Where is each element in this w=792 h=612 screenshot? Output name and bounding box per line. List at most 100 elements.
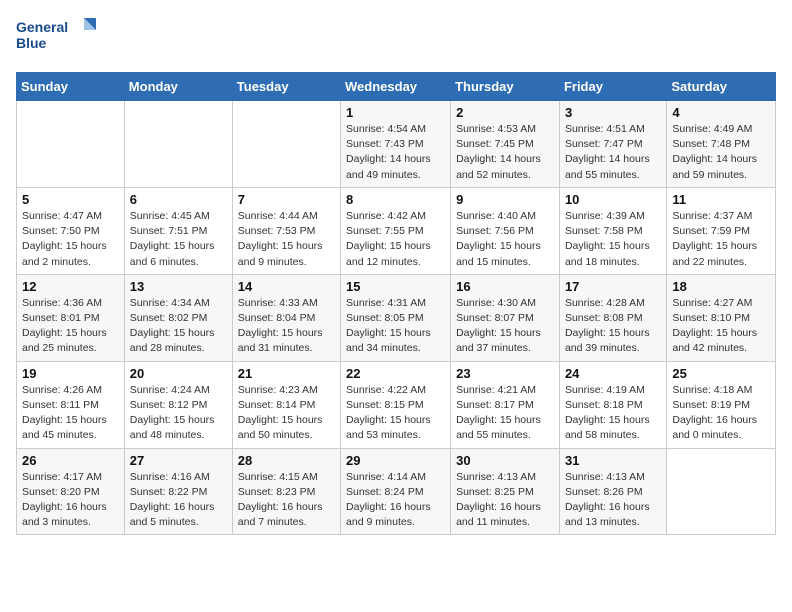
day-number: 10 bbox=[565, 192, 661, 207]
day-cell: 1 Sunrise: 4:54 AM Sunset: 7:43 PM Daylig… bbox=[341, 101, 451, 188]
day-number: 29 bbox=[346, 453, 445, 468]
day-cell bbox=[232, 101, 340, 188]
day-info: Sunrise: 4:36 AM Sunset: 8:01 PM Dayligh… bbox=[22, 296, 119, 357]
day-info: Sunrise: 4:47 AM Sunset: 7:50 PM Dayligh… bbox=[22, 209, 119, 270]
svg-text:General: General bbox=[16, 19, 68, 35]
svg-text:Blue: Blue bbox=[16, 35, 47, 51]
day-number: 31 bbox=[565, 453, 661, 468]
day-number: 24 bbox=[565, 366, 661, 381]
day-cell: 8 Sunrise: 4:42 AM Sunset: 7:55 PM Daylig… bbox=[341, 187, 451, 274]
day-info: Sunrise: 4:15 AM Sunset: 8:23 PM Dayligh… bbox=[238, 470, 335, 531]
day-cell: 18 Sunrise: 4:27 AM Sunset: 8:10 PM Dayli… bbox=[667, 274, 776, 361]
day-info: Sunrise: 4:27 AM Sunset: 8:10 PM Dayligh… bbox=[672, 296, 770, 357]
day-info: Sunrise: 4:24 AM Sunset: 8:12 PM Dayligh… bbox=[130, 383, 227, 444]
day-number: 5 bbox=[22, 192, 119, 207]
day-number: 25 bbox=[672, 366, 770, 381]
day-number: 23 bbox=[456, 366, 554, 381]
day-number: 11 bbox=[672, 192, 770, 207]
day-cell: 30 Sunrise: 4:13 AM Sunset: 8:25 PM Dayli… bbox=[451, 448, 560, 535]
day-cell: 7 Sunrise: 4:44 AM Sunset: 7:53 PM Daylig… bbox=[232, 187, 340, 274]
day-number: 3 bbox=[565, 105, 661, 120]
week-row-1: 1 Sunrise: 4:54 AM Sunset: 7:43 PM Daylig… bbox=[17, 101, 776, 188]
day-info: Sunrise: 4:54 AM Sunset: 7:43 PM Dayligh… bbox=[346, 122, 445, 183]
day-number: 28 bbox=[238, 453, 335, 468]
day-number: 19 bbox=[22, 366, 119, 381]
day-cell bbox=[124, 101, 232, 188]
day-info: Sunrise: 4:28 AM Sunset: 8:08 PM Dayligh… bbox=[565, 296, 661, 357]
day-number: 18 bbox=[672, 279, 770, 294]
logo-svg: General Blue bbox=[16, 16, 96, 60]
day-number: 12 bbox=[22, 279, 119, 294]
column-header-tuesday: Tuesday bbox=[232, 73, 340, 101]
day-info: Sunrise: 4:49 AM Sunset: 7:48 PM Dayligh… bbox=[672, 122, 770, 183]
day-info: Sunrise: 4:44 AM Sunset: 7:53 PM Dayligh… bbox=[238, 209, 335, 270]
day-cell: 12 Sunrise: 4:36 AM Sunset: 8:01 PM Dayli… bbox=[17, 274, 125, 361]
logo: General Blue bbox=[16, 16, 96, 60]
day-number: 9 bbox=[456, 192, 554, 207]
day-info: Sunrise: 4:18 AM Sunset: 8:19 PM Dayligh… bbox=[672, 383, 770, 444]
day-cell: 15Sunrise: 4:31 AM Sunset: 8:05 PM Dayli… bbox=[341, 274, 451, 361]
day-number: 2 bbox=[456, 105, 554, 120]
day-number: 15 bbox=[346, 279, 445, 294]
day-info: Sunrise: 4:39 AM Sunset: 7:58 PM Dayligh… bbox=[565, 209, 661, 270]
day-cell: 5 Sunrise: 4:47 AM Sunset: 7:50 PM Daylig… bbox=[17, 187, 125, 274]
day-cell: 26Sunrise: 4:17 AM Sunset: 8:20 PM Dayli… bbox=[17, 448, 125, 535]
day-info: Sunrise: 4:42 AM Sunset: 7:55 PM Dayligh… bbox=[346, 209, 445, 270]
day-number: 16 bbox=[456, 279, 554, 294]
day-cell: 16 Sunrise: 4:30 AM Sunset: 8:07 PM Dayli… bbox=[451, 274, 560, 361]
day-cell: 9 Sunrise: 4:40 AM Sunset: 7:56 PM Daylig… bbox=[451, 187, 560, 274]
day-number: 6 bbox=[130, 192, 227, 207]
week-row-3: 12 Sunrise: 4:36 AM Sunset: 8:01 PM Dayli… bbox=[17, 274, 776, 361]
day-number: 30 bbox=[456, 453, 554, 468]
day-info: Sunrise: 4:13 AM Sunset: 8:26 PM Dayligh… bbox=[565, 470, 661, 531]
day-number: 8 bbox=[346, 192, 445, 207]
day-cell: 14Sunrise: 4:33 AM Sunset: 8:04 PM Dayli… bbox=[232, 274, 340, 361]
column-header-friday: Friday bbox=[559, 73, 666, 101]
day-cell: 25 Sunrise: 4:18 AM Sunset: 8:19 PM Dayli… bbox=[667, 361, 776, 448]
day-cell: 23 Sunrise: 4:21 AM Sunset: 8:17 PM Dayli… bbox=[451, 361, 560, 448]
day-cell: 10 Sunrise: 4:39 AM Sunset: 7:58 PM Dayli… bbox=[559, 187, 666, 274]
day-cell: 24 Sunrise: 4:19 AM Sunset: 8:18 PM Dayli… bbox=[559, 361, 666, 448]
day-info: Sunrise: 4:23 AM Sunset: 8:14 PM Dayligh… bbox=[238, 383, 335, 444]
day-cell: 2 Sunrise: 4:53 AM Sunset: 7:45 PM Daylig… bbox=[451, 101, 560, 188]
column-header-thursday: Thursday bbox=[451, 73, 560, 101]
day-info: Sunrise: 4:14 AM Sunset: 8:24 PM Dayligh… bbox=[346, 470, 445, 531]
day-cell: 31 Sunrise: 4:13 AM Sunset: 8:26 PM Dayli… bbox=[559, 448, 666, 535]
week-row-2: 5 Sunrise: 4:47 AM Sunset: 7:50 PM Daylig… bbox=[17, 187, 776, 274]
day-number: 22 bbox=[346, 366, 445, 381]
page-header: General Blue bbox=[16, 16, 776, 60]
day-info: Sunrise: 4:33 AM Sunset: 8:04 PM Dayligh… bbox=[238, 296, 335, 357]
column-header-wednesday: Wednesday bbox=[341, 73, 451, 101]
day-number: 7 bbox=[238, 192, 335, 207]
day-cell bbox=[17, 101, 125, 188]
day-cell: 28 Sunrise: 4:15 AM Sunset: 8:23 PM Dayli… bbox=[232, 448, 340, 535]
day-cell: 21Sunrise: 4:23 AM Sunset: 8:14 PM Dayli… bbox=[232, 361, 340, 448]
day-info: Sunrise: 4:51 AM Sunset: 7:47 PM Dayligh… bbox=[565, 122, 661, 183]
day-number: 27 bbox=[130, 453, 227, 468]
day-cell: 4 Sunrise: 4:49 AM Sunset: 7:48 PM Daylig… bbox=[667, 101, 776, 188]
day-info: Sunrise: 4:19 AM Sunset: 8:18 PM Dayligh… bbox=[565, 383, 661, 444]
day-number: 26 bbox=[22, 453, 119, 468]
week-row-5: 26Sunrise: 4:17 AM Sunset: 8:20 PM Dayli… bbox=[17, 448, 776, 535]
day-cell: 27Sunrise: 4:16 AM Sunset: 8:22 PM Dayli… bbox=[124, 448, 232, 535]
week-row-4: 19 Sunrise: 4:26 AM Sunset: 8:11 PM Dayli… bbox=[17, 361, 776, 448]
day-info: Sunrise: 4:21 AM Sunset: 8:17 PM Dayligh… bbox=[456, 383, 554, 444]
day-number: 4 bbox=[672, 105, 770, 120]
day-info: Sunrise: 4:53 AM Sunset: 7:45 PM Dayligh… bbox=[456, 122, 554, 183]
day-info: Sunrise: 4:13 AM Sunset: 8:25 PM Dayligh… bbox=[456, 470, 554, 531]
day-cell: 22Sunrise: 4:22 AM Sunset: 8:15 PM Dayli… bbox=[341, 361, 451, 448]
day-info: Sunrise: 4:26 AM Sunset: 8:11 PM Dayligh… bbox=[22, 383, 119, 444]
day-number: 1 bbox=[346, 105, 445, 120]
day-cell: 6 Sunrise: 4:45 AM Sunset: 7:51 PM Daylig… bbox=[124, 187, 232, 274]
day-info: Sunrise: 4:37 AM Sunset: 7:59 PM Dayligh… bbox=[672, 209, 770, 270]
day-cell: 17Sunrise: 4:28 AM Sunset: 8:08 PM Dayli… bbox=[559, 274, 666, 361]
day-info: Sunrise: 4:45 AM Sunset: 7:51 PM Dayligh… bbox=[130, 209, 227, 270]
day-cell: 19 Sunrise: 4:26 AM Sunset: 8:11 PM Dayli… bbox=[17, 361, 125, 448]
calendar-table: SundayMondayTuesdayWednesdayThursdayFrid… bbox=[16, 72, 776, 535]
day-cell bbox=[667, 448, 776, 535]
day-cell: 20Sunrise: 4:24 AM Sunset: 8:12 PM Dayli… bbox=[124, 361, 232, 448]
column-header-sunday: Sunday bbox=[17, 73, 125, 101]
day-info: Sunrise: 4:40 AM Sunset: 7:56 PM Dayligh… bbox=[456, 209, 554, 270]
day-number: 13 bbox=[130, 279, 227, 294]
day-info: Sunrise: 4:30 AM Sunset: 8:07 PM Dayligh… bbox=[456, 296, 554, 357]
